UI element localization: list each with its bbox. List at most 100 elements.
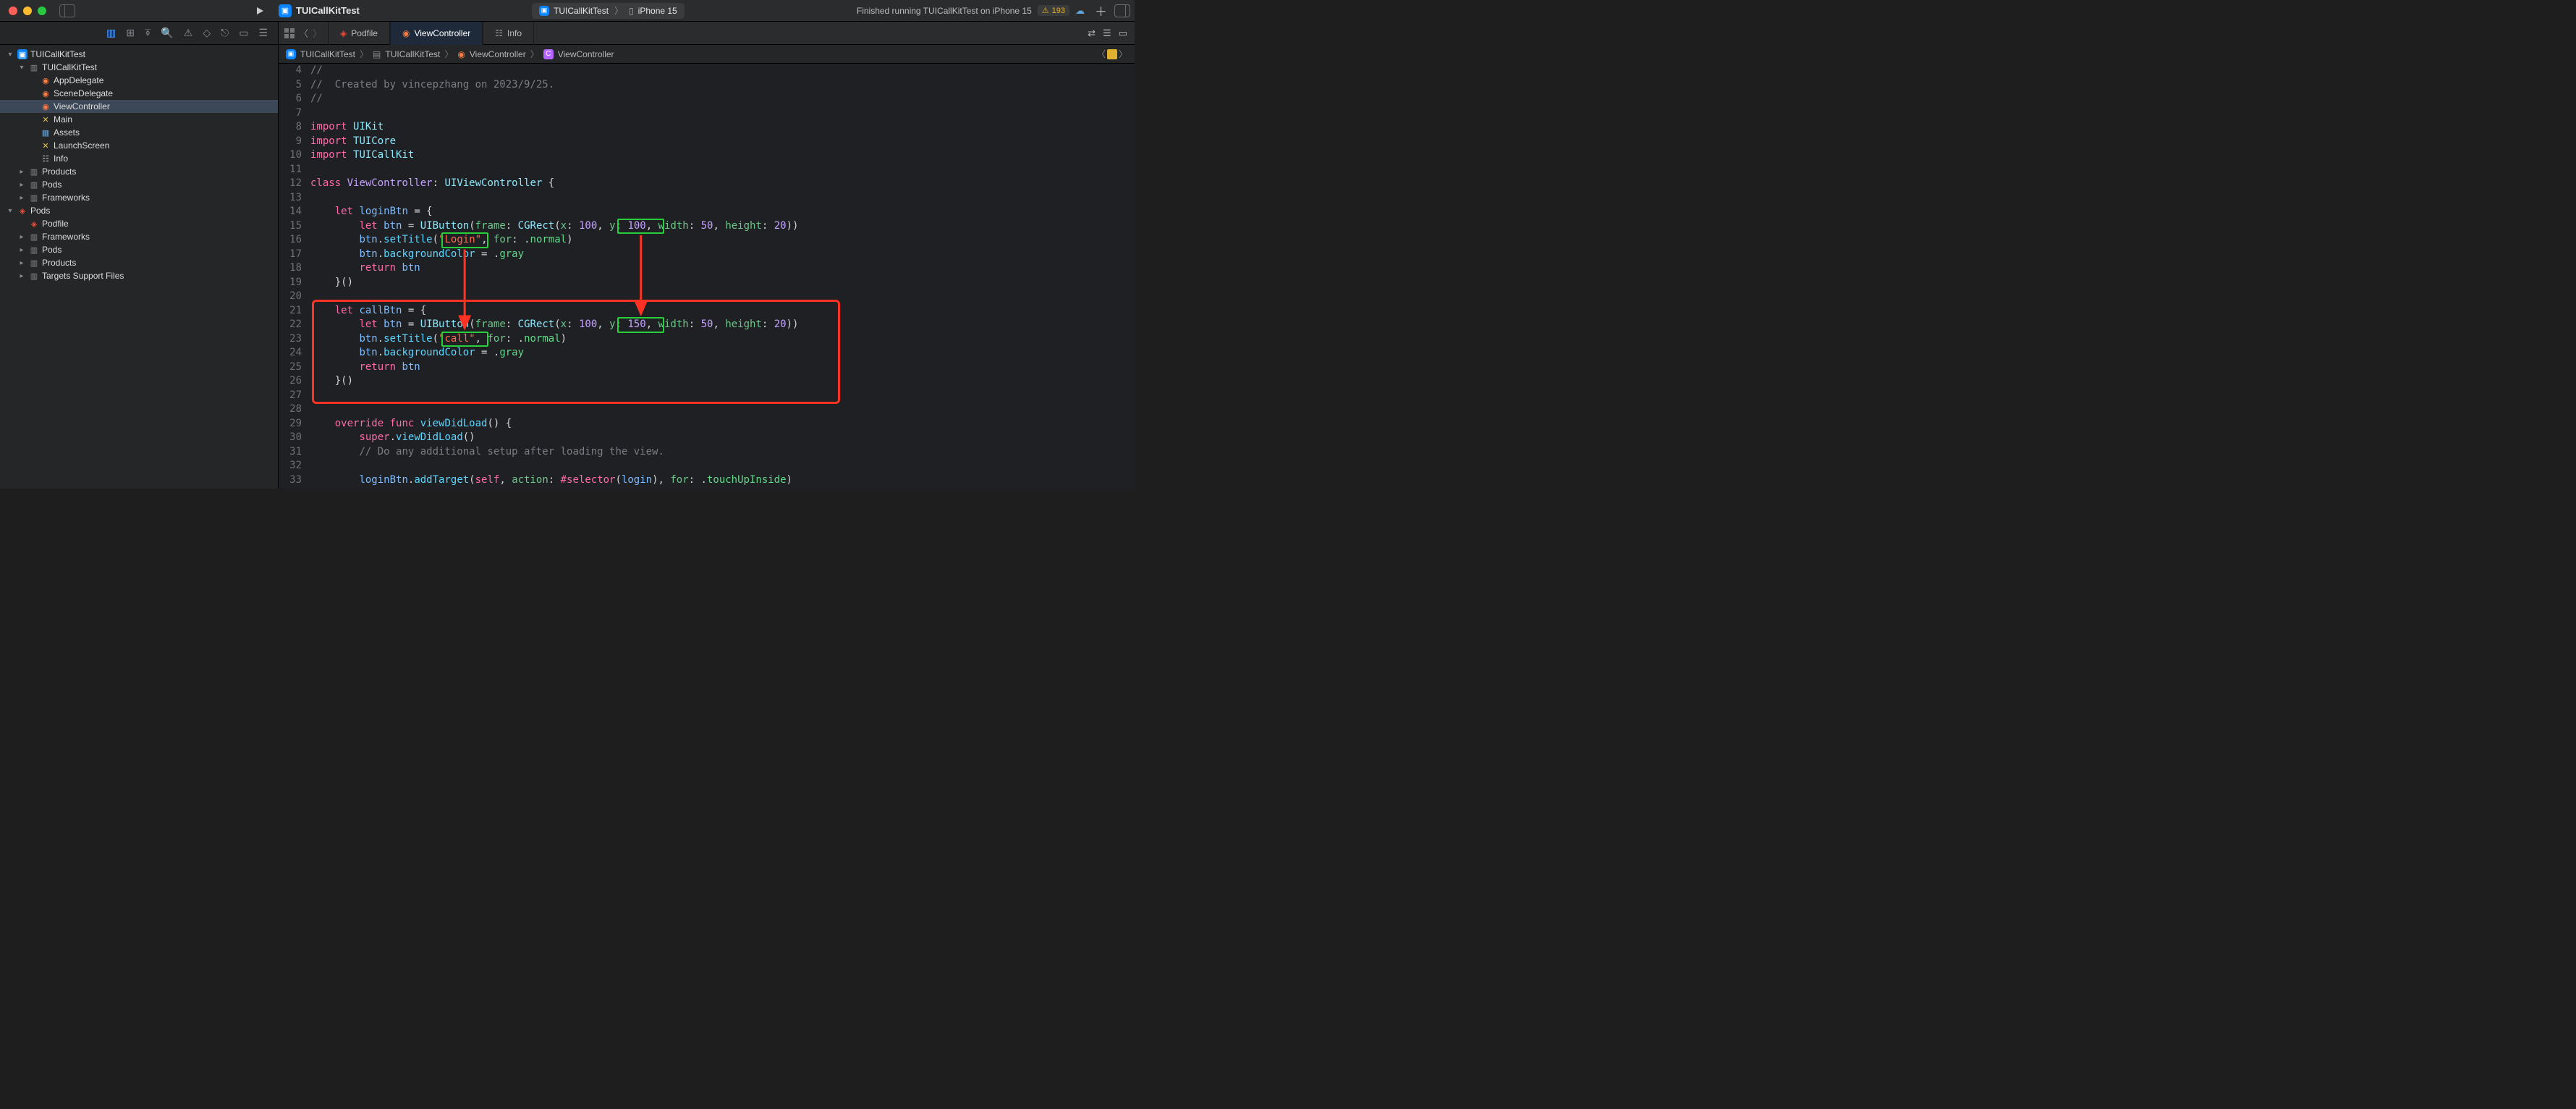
code-line-28[interactable]: 28 (279, 402, 1135, 417)
disclosure-icon[interactable]: ▾ (6, 51, 14, 59)
code-line-11[interactable]: 11 (279, 163, 1135, 177)
code-line-16[interactable]: 16 btn.setTitle("Login", for: .normal) (279, 233, 1135, 248)
warning-marker-icon[interactable] (1107, 49, 1117, 59)
tab-podfile[interactable]: ◈ Podfile (328, 22, 390, 45)
code-line-19[interactable]: 19 }() (279, 276, 1135, 290)
code-line-24[interactable]: 24 btn.backgroundColor = .gray (279, 346, 1135, 360)
code-source[interactable]: loginBtn.addTarget(self, action: #select… (310, 473, 792, 488)
code-line-33[interactable]: 33 loginBtn.addTarget(self, action: #sel… (279, 473, 1135, 488)
code-line-15[interactable]: 15 let btn = UIButton(frame: CGRect(x: 1… (279, 219, 1135, 234)
code-line-8[interactable]: 8import UIKit (279, 120, 1135, 135)
toggle-inspectors-button[interactable] (1114, 4, 1130, 17)
cloud-status-icon[interactable]: ☁ (1075, 5, 1085, 17)
tab-viewcontroller[interactable]: ◉ ViewController (390, 22, 483, 45)
code-line-18[interactable]: 18 return btn (279, 261, 1135, 276)
code-line-7[interactable]: 7 (279, 106, 1135, 121)
disclosure-icon[interactable]: ▸ (17, 168, 26, 176)
code-source[interactable]: let btn = UIButton(frame: CGRect(x: 100,… (310, 219, 798, 234)
disclosure-icon[interactable]: ▸ (17, 259, 26, 267)
code-line-30[interactable]: 30 super.viewDidLoad() (279, 431, 1135, 445)
code-source[interactable]: return btn (310, 261, 420, 276)
code-source[interactable]: return btn (310, 360, 420, 375)
bc-folder[interactable]: TUICallKitTest (385, 49, 440, 59)
toggle-navigator-button[interactable] (59, 4, 75, 17)
code-line-32[interactable]: 32 (279, 459, 1135, 473)
code-line-20[interactable]: 20 (279, 290, 1135, 304)
tree-row-tuicallkittest[interactable]: ▾▥TUICallKitTest (0, 61, 278, 74)
code-source[interactable]: override func viewDidLoad() { (310, 417, 512, 431)
tree-row-products[interactable]: ▸▥Products (0, 256, 278, 269)
code-source[interactable]: btn.backgroundColor = .gray (310, 248, 524, 262)
nav-debug-icon[interactable]: ⎋ (221, 27, 229, 39)
tree-row-launchscreen[interactable]: ✕LaunchScreen (0, 139, 278, 152)
code-line-23[interactable]: 23 btn.setTitle("call", for: .normal) (279, 332, 1135, 347)
code-line-27[interactable]: 27 (279, 389, 1135, 403)
editor-sync-icon[interactable]: ⇄ (1088, 28, 1096, 39)
code-line-14[interactable]: 14 let loginBtn = { (279, 205, 1135, 219)
nav-breakpoints-icon[interactable]: ▭ (239, 27, 248, 39)
tree-row-viewcontroller[interactable]: ◉ViewController (0, 100, 278, 113)
code-line-25[interactable]: 25 return btn (279, 360, 1135, 375)
code-line-4[interactable]: 4// (279, 64, 1135, 78)
disclosure-icon[interactable]: ▸ (17, 233, 26, 241)
code-line-10[interactable]: 10import TUICallKit (279, 148, 1135, 163)
code-source[interactable]: super.viewDidLoad() (310, 431, 475, 445)
bc-nav-left-icon[interactable]: 〈 (1097, 48, 1106, 60)
related-items-button[interactable] (284, 28, 295, 38)
tree-row-products[interactable]: ▸▥Products (0, 165, 278, 178)
nav-tests-icon[interactable]: ◇ (203, 27, 211, 39)
code-source[interactable]: btn.setTitle("call", for: .normal) (310, 332, 567, 347)
code-source[interactable]: btn.backgroundColor = .gray (310, 346, 524, 360)
code-line-31[interactable]: 31 // Do any additional setup after load… (279, 445, 1135, 460)
source-editor[interactable]: 4//5// Created by vincepzhang on 2023/9/… (279, 64, 1135, 489)
code-line-26[interactable]: 26 }() (279, 374, 1135, 389)
disclosure-icon[interactable]: ▸ (17, 181, 26, 189)
disclosure-icon[interactable]: ▸ (17, 272, 26, 280)
tree-row-appdelegate[interactable]: ◉AppDelegate (0, 74, 278, 87)
warnings-badge[interactable]: ⚠ 193 (1038, 5, 1069, 16)
scheme-selector[interactable]: ▣ TUICallKitTest 〉 ▯ iPhone 15 (532, 3, 685, 19)
code-line-6[interactable]: 6// (279, 92, 1135, 106)
code-source[interactable]: class ViewController: UIViewController { (310, 177, 554, 191)
jump-bar[interactable]: ▣ TUICallKitTest 〉 ▤ TUICallKitTest 〉 ◉ … (279, 45, 1135, 64)
tree-row-info[interactable]: ☷Info (0, 152, 278, 165)
tree-row-targets-support-files[interactable]: ▸▥Targets Support Files (0, 269, 278, 282)
tree-row-tuicallkittest[interactable]: ▾▣TUICallKitTest (0, 48, 278, 61)
tree-row-pods[interactable]: ▾◈Pods (0, 204, 278, 217)
nav-source-control-icon[interactable]: ⊞ (126, 27, 135, 39)
tree-row-pods[interactable]: ▸▥Pods (0, 243, 278, 256)
code-source[interactable]: let callBtn = { (310, 304, 426, 319)
code-source[interactable]: // Created by vincepzhang on 2023/9/25. (310, 78, 554, 93)
code-source[interactable]: }() (310, 276, 353, 290)
code-source[interactable]: import UIKit (310, 120, 384, 135)
code-source[interactable]: import TUICore (310, 135, 396, 149)
tree-row-frameworks[interactable]: ▸▥Frameworks (0, 191, 278, 204)
bc-symbol[interactable]: ViewController (558, 49, 614, 59)
code-line-9[interactable]: 9import TUICore (279, 135, 1135, 149)
code-source[interactable]: // (310, 64, 323, 78)
code-source[interactable]: }() (310, 374, 353, 389)
code-source[interactable]: btn.setTitle("Login", for: .normal) (310, 233, 573, 248)
code-line-12[interactable]: 12class ViewController: UIViewController… (279, 177, 1135, 191)
zoom-window-button[interactable] (38, 7, 46, 15)
nav-project-icon[interactable]: ▥ (106, 27, 116, 39)
forward-button[interactable]: 〉 (313, 26, 322, 40)
disclosure-icon[interactable]: ▸ (17, 246, 26, 254)
code-line-5[interactable]: 5// Created by vincepzhang on 2023/9/25. (279, 78, 1135, 93)
disclosure-icon[interactable]: ▸ (17, 194, 26, 202)
code-line-34[interactable]: 34 (279, 487, 1135, 489)
tree-row-pods[interactable]: ▸▥Pods (0, 178, 278, 191)
editor-adjust-icon[interactable]: ☰ (1103, 28, 1111, 39)
code-line-17[interactable]: 17 btn.backgroundColor = .gray (279, 248, 1135, 262)
nav-bookmarks-icon[interactable]: ⍕ (145, 27, 151, 39)
bc-project[interactable]: TUICallKitTest (300, 49, 355, 59)
back-button[interactable]: 〈 (299, 26, 308, 40)
tree-row-assets[interactable]: ▦Assets (0, 126, 278, 139)
code-line-13[interactable]: 13 (279, 191, 1135, 206)
code-line-22[interactable]: 22 let btn = UIButton(frame: CGRect(x: 1… (279, 318, 1135, 332)
library-add-button[interactable]: ＋ (1095, 1, 1107, 20)
nav-issues-icon[interactable]: ⚠ (184, 27, 193, 39)
bc-file[interactable]: ViewController (470, 49, 526, 59)
disclosure-icon[interactable]: ▾ (17, 64, 26, 72)
nav-reports-icon[interactable]: ☰ (258, 27, 268, 39)
